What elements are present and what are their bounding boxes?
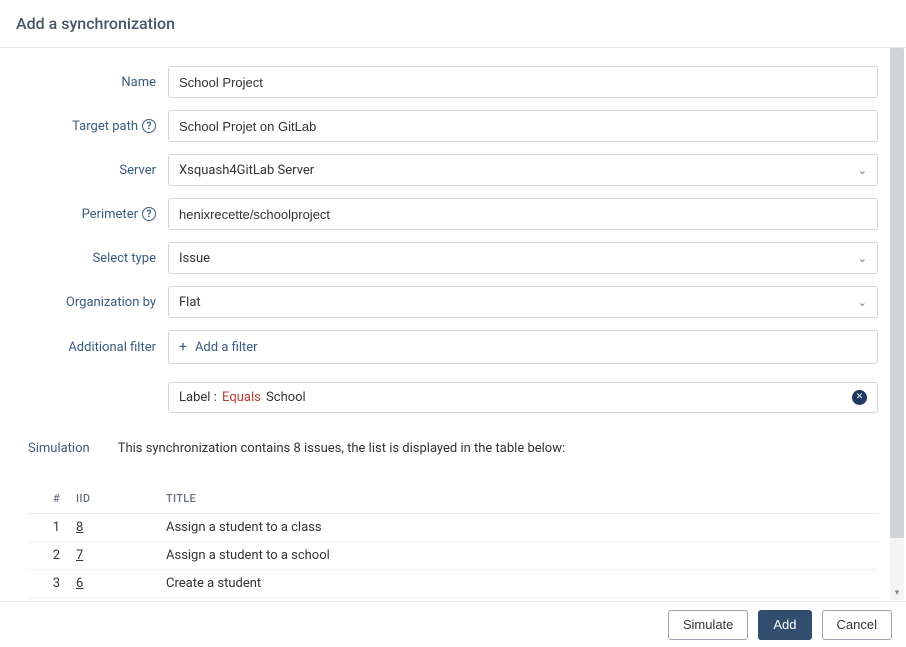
simulation-header: Simulation This synchronization contains… <box>28 441 878 456</box>
col-header-title: TITLE <box>158 484 878 514</box>
cell-iid: 8 <box>68 514 158 542</box>
help-icon[interactable]: ? <box>142 119 156 133</box>
table-row: 18 Assign a student to a class <box>28 514 878 542</box>
row-name: Name <box>28 66 878 98</box>
modal-body: Name Target path ? Server Xsquash4GitLab… <box>0 48 906 608</box>
issues-table: # IID TITLE 18 Assign a student to a clas… <box>28 484 878 608</box>
row-additional-filter: Additional filter + Add a filter <box>28 330 878 364</box>
label-additional-filter: Additional filter <box>28 340 168 355</box>
row-perimeter: Perimeter? <box>28 198 878 230</box>
col-header-idx: # <box>28 484 68 514</box>
label-organization-by: Organization by <box>28 295 168 310</box>
input-perimeter[interactable] <box>168 198 878 230</box>
cell-title: Create a student <box>158 570 878 598</box>
table-row: 36 Create a student <box>28 570 878 598</box>
select-organization-by[interactable]: Flat ⌄ <box>168 286 878 318</box>
simulation-title: Simulation <box>28 441 90 456</box>
add-filter-button[interactable]: + Add a filter <box>177 335 260 359</box>
filter-chip-row: Label : Equals School ✕ <box>168 382 878 413</box>
row-select-type: Select type Issue ⌄ <box>28 242 878 274</box>
row-server: Server Xsquash4GitLab Server ⌄ <box>28 154 878 186</box>
iid-link[interactable]: 7 <box>76 548 83 563</box>
label-name: Name <box>28 75 168 90</box>
row-target-path: Target path ? <box>28 110 878 142</box>
select-select-type[interactable]: Issue ⌄ <box>168 242 878 274</box>
cell-title: Assign a student to a class <box>158 514 878 542</box>
plus-icon: + <box>179 339 187 355</box>
label-server: Server <box>28 163 168 178</box>
cell-iid: 6 <box>68 570 158 598</box>
cell-idx: 1 <box>28 514 68 542</box>
chevron-down-icon: ⌄ <box>858 252 867 265</box>
chevron-down-icon: ⌄ <box>858 164 867 177</box>
simulate-button[interactable]: Simulate <box>668 610 749 640</box>
modal-header: Add a synchronization <box>0 0 906 48</box>
remove-filter-icon[interactable]: ✕ <box>852 390 867 405</box>
modal-footer: Simulate Add Cancel <box>0 601 906 647</box>
simulation-desc: This synchronization contains 8 issues, … <box>118 441 565 456</box>
iid-link[interactable]: 6 <box>76 576 83 591</box>
cell-iid: 7 <box>68 542 158 570</box>
chevron-down-icon: ⌄ <box>858 296 867 309</box>
modal-title: Add a synchronization <box>16 14 175 33</box>
cell-idx: 3 <box>28 570 68 598</box>
scrollbar-thumb[interactable] <box>890 48 904 538</box>
label-select-type: Select type <box>28 251 168 266</box>
cell-title: Assign a student to a school <box>158 542 878 570</box>
iid-link[interactable]: 8 <box>76 520 83 535</box>
label-target-path: Target path ? <box>28 119 168 134</box>
input-name[interactable] <box>168 66 878 98</box>
row-organization-by: Organization by Flat ⌄ <box>28 286 878 318</box>
table-row: 27 Assign a student to a school <box>28 542 878 570</box>
col-header-iid: IID <box>68 484 158 514</box>
cancel-button[interactable]: Cancel <box>822 610 892 640</box>
input-target-path[interactable] <box>168 110 878 142</box>
add-button[interactable]: Add <box>758 610 811 640</box>
help-icon[interactable]: ? <box>142 207 156 221</box>
label-perimeter: Perimeter? <box>28 207 168 222</box>
scroll-down-icon[interactable]: ▾ <box>890 586 904 600</box>
cell-idx: 2 <box>28 542 68 570</box>
filter-chip: Label : Equals School ✕ <box>168 382 878 413</box>
select-server[interactable]: Xsquash4GitLab Server ⌄ <box>168 154 878 186</box>
